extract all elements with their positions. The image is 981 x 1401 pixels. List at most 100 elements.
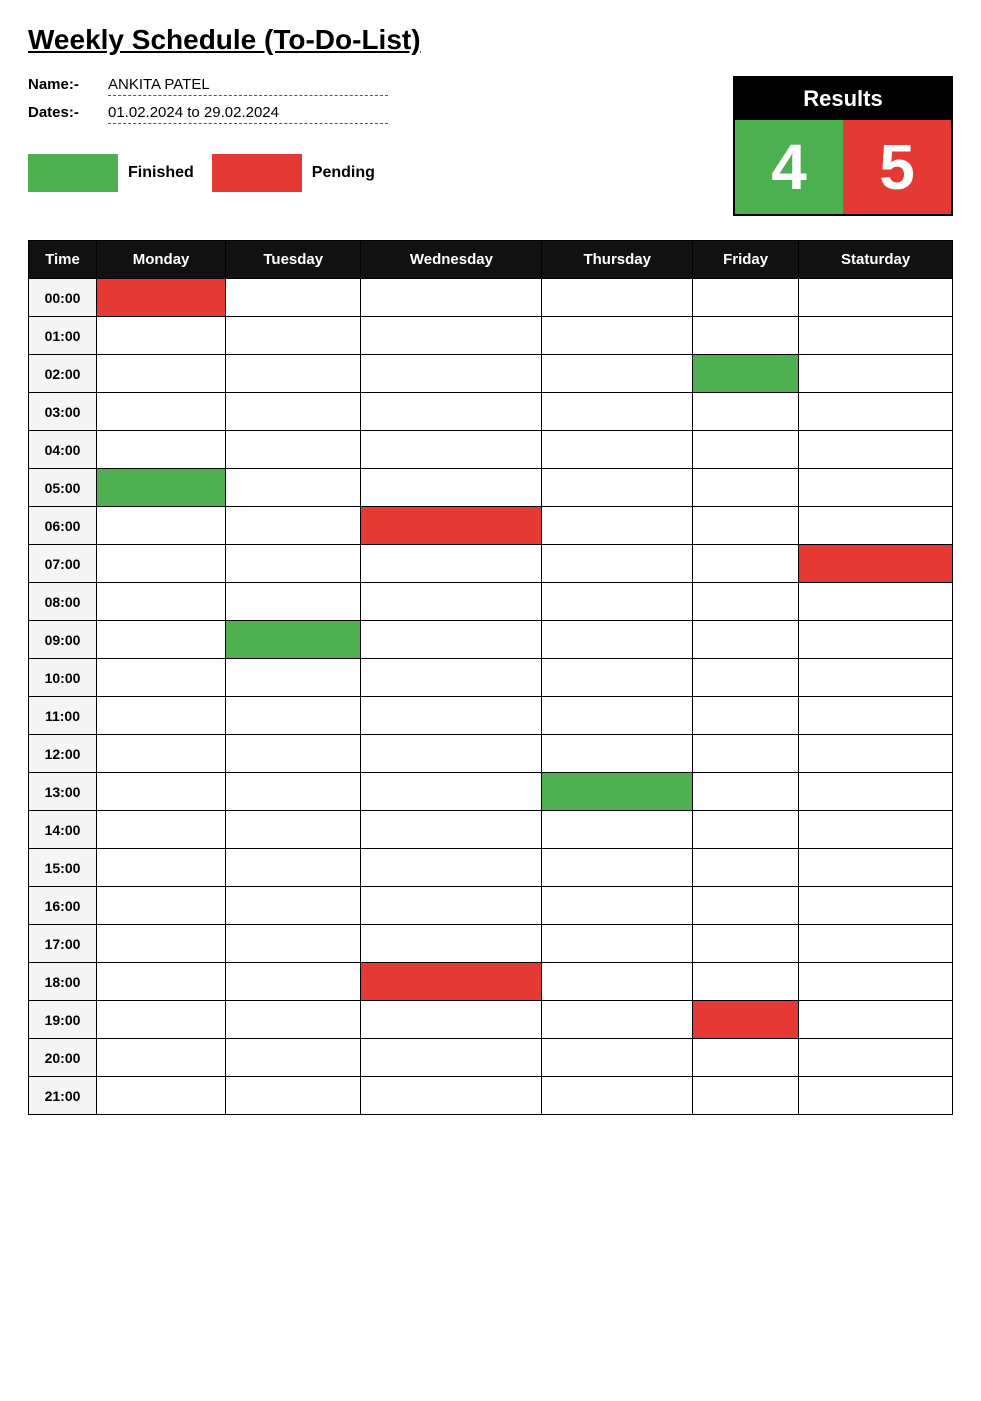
cell-1400-wednesday — [361, 811, 542, 849]
time-cell: 14:00 — [29, 811, 97, 849]
cell-0500-wednesday — [361, 469, 542, 507]
cell-1300-wednesday — [361, 773, 542, 811]
name-row: Name:- ANKITA PATEL — [28, 76, 733, 96]
header-tuesday: Tuesday — [226, 241, 361, 279]
cell-1500-tuesday — [226, 849, 361, 887]
cell-0100-friday — [692, 317, 798, 355]
results-block: Results 4 5 — [733, 76, 953, 216]
legend-finished: Finished — [28, 154, 194, 192]
cell-1700-wednesday — [361, 925, 542, 963]
cell-1100-staturday — [799, 697, 953, 735]
cell-2100-wednesday — [361, 1077, 542, 1115]
table-row: 17:00 — [29, 925, 953, 963]
cell-0300-wednesday — [361, 393, 542, 431]
dates-value: 01.02.2024 to 29.02.2024 — [108, 104, 388, 124]
cell-0600-wednesday — [361, 507, 542, 545]
cell-0800-friday — [692, 583, 798, 621]
time-cell: 18:00 — [29, 963, 97, 1001]
time-cell: 15:00 — [29, 849, 97, 887]
name-label: Name:- — [28, 76, 108, 93]
cell-0600-staturday — [799, 507, 953, 545]
finished-label: Finished — [128, 164, 194, 182]
cell-0600-thursday — [542, 507, 692, 545]
cell-1300-friday — [692, 773, 798, 811]
cell-1700-staturday — [799, 925, 953, 963]
time-cell: 08:00 — [29, 583, 97, 621]
cell-1200-staturday — [799, 735, 953, 773]
cell-0600-monday — [97, 507, 226, 545]
cell-2100-thursday — [542, 1077, 692, 1115]
cell-0500-thursday — [542, 469, 692, 507]
cell-1700-thursday — [542, 925, 692, 963]
cell-1700-monday — [97, 925, 226, 963]
cell-1000-tuesday — [226, 659, 361, 697]
table-row: 15:00 — [29, 849, 953, 887]
cell-0700-wednesday — [361, 545, 542, 583]
cell-0100-wednesday — [361, 317, 542, 355]
cell-1300-monday — [97, 773, 226, 811]
result-green-value: 4 — [735, 120, 843, 214]
cell-2000-wednesday — [361, 1039, 542, 1077]
header-monday: Monday — [97, 241, 226, 279]
cell-1900-thursday — [542, 1001, 692, 1039]
cell-0200-wednesday — [361, 355, 542, 393]
cell-1600-thursday — [542, 887, 692, 925]
table-row: 08:00 — [29, 583, 953, 621]
cell-2100-tuesday — [226, 1077, 361, 1115]
time-cell: 21:00 — [29, 1077, 97, 1115]
table-row: 10:00 — [29, 659, 953, 697]
dates-label: Dates:- — [28, 104, 108, 121]
cell-0500-friday — [692, 469, 798, 507]
time-cell: 05:00 — [29, 469, 97, 507]
table-row: 02:00 — [29, 355, 953, 393]
cell-2000-monday — [97, 1039, 226, 1077]
cell-1900-monday — [97, 1001, 226, 1039]
time-cell: 00:00 — [29, 279, 97, 317]
cell-0400-friday — [692, 431, 798, 469]
header-friday: Friday — [692, 241, 798, 279]
cell-0200-monday — [97, 355, 226, 393]
table-row: 16:00 — [29, 887, 953, 925]
header-time: Time — [29, 241, 97, 279]
table-row: 03:00 — [29, 393, 953, 431]
time-cell: 13:00 — [29, 773, 97, 811]
cell-1600-tuesday — [226, 887, 361, 925]
time-cell: 10:00 — [29, 659, 97, 697]
table-row: 14:00 — [29, 811, 953, 849]
cell-1500-staturday — [799, 849, 953, 887]
cell-1200-monday — [97, 735, 226, 773]
cell-0700-staturday — [799, 545, 953, 583]
cell-1400-thursday — [542, 811, 692, 849]
cell-2100-staturday — [799, 1077, 953, 1115]
cell-2000-friday — [692, 1039, 798, 1077]
cell-0700-friday — [692, 545, 798, 583]
time-cell: 02:00 — [29, 355, 97, 393]
cell-1100-wednesday — [361, 697, 542, 735]
cell-1500-thursday — [542, 849, 692, 887]
cell-0800-staturday — [799, 583, 953, 621]
name-value: ANKITA PATEL — [108, 76, 388, 96]
cell-2000-thursday — [542, 1039, 692, 1077]
cell-0900-wednesday — [361, 621, 542, 659]
cell-1300-staturday — [799, 773, 953, 811]
time-cell: 07:00 — [29, 545, 97, 583]
cell-1900-staturday — [799, 1001, 953, 1039]
cell-1600-staturday — [799, 887, 953, 925]
cell-1300-thursday — [542, 773, 692, 811]
table-row: 11:00 — [29, 697, 953, 735]
cell-1400-friday — [692, 811, 798, 849]
cell-1900-tuesday — [226, 1001, 361, 1039]
cell-0100-thursday — [542, 317, 692, 355]
cell-0500-tuesday — [226, 469, 361, 507]
cell-1000-monday — [97, 659, 226, 697]
cell-1200-tuesday — [226, 735, 361, 773]
cell-1600-wednesday — [361, 887, 542, 925]
cell-0900-thursday — [542, 621, 692, 659]
cell-0400-monday — [97, 431, 226, 469]
time-cell: 20:00 — [29, 1039, 97, 1077]
time-cell: 04:00 — [29, 431, 97, 469]
cell-0900-monday — [97, 621, 226, 659]
cell-0300-tuesday — [226, 393, 361, 431]
table-header-row: TimeMondayTuesdayWednesdayThursdayFriday… — [29, 241, 953, 279]
pending-color-box — [212, 154, 302, 192]
